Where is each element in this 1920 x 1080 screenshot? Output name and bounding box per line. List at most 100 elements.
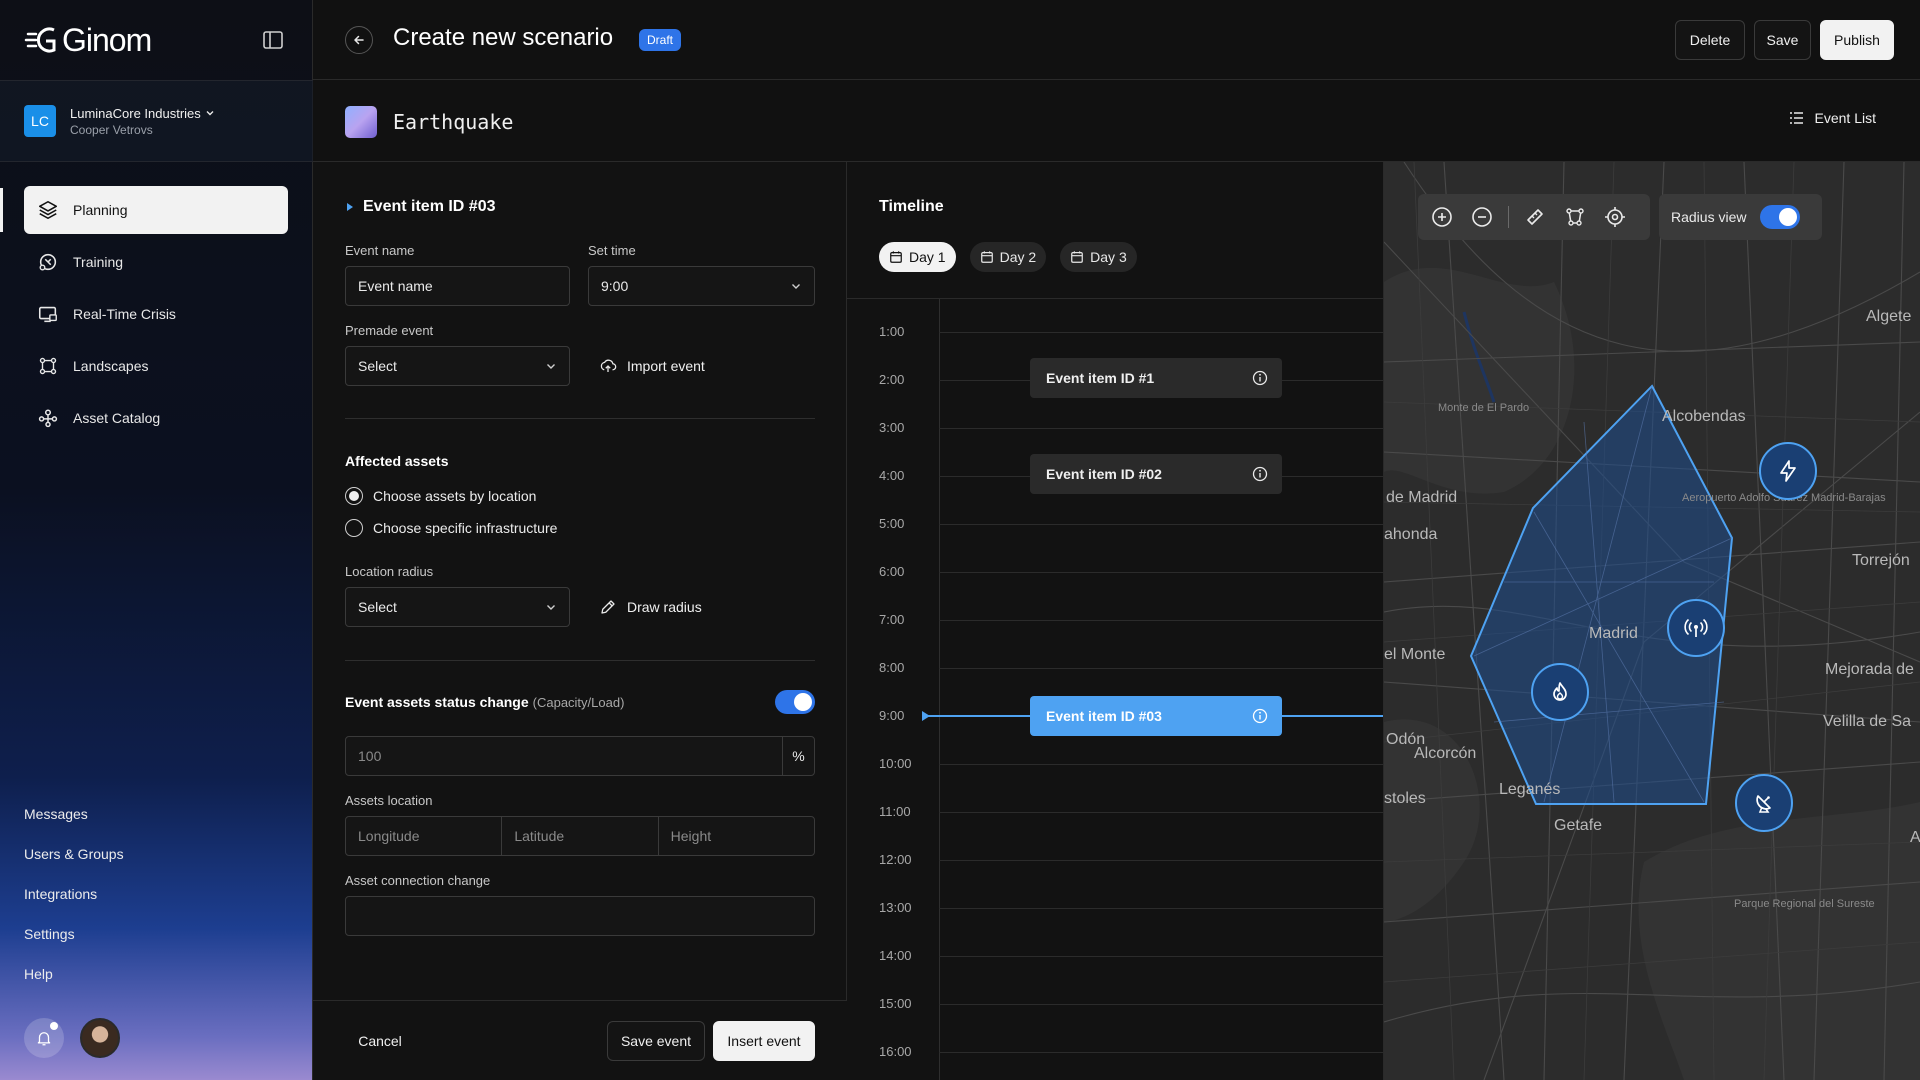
zoom-in-icon[interactable]: [1428, 203, 1456, 231]
radio-assets-by-location[interactable]: Choose assets by location: [345, 487, 536, 505]
map-label: Mejorada de: [1825, 661, 1914, 678]
org-user: Cooper Vetrovs: [70, 122, 153, 137]
hour-label: 1:00: [879, 324, 905, 339]
tab-day-1[interactable]: Day 1: [879, 242, 956, 272]
event-list-button[interactable]: Event List: [1789, 110, 1876, 126]
draw-radius-button[interactable]: Draw radius: [599, 598, 702, 616]
premade-event-select[interactable]: Select: [345, 346, 570, 386]
capacity-input[interactable]: 100 %: [345, 736, 815, 776]
delete-button[interactable]: Delete: [1675, 20, 1745, 60]
hour-label: 6:00: [879, 564, 905, 579]
timeline-event[interactable]: Event item ID #02: [1030, 454, 1282, 494]
calendar-icon: [1071, 251, 1084, 263]
publish-button[interactable]: Publish: [1820, 20, 1894, 60]
notifications-button[interactable]: [24, 1018, 64, 1058]
radius-view-toggle[interactable]: [1760, 205, 1801, 229]
map-marker-power[interactable]: [1759, 442, 1817, 500]
map-marker-fire[interactable]: [1531, 663, 1589, 721]
radio-specific-infrastructure[interactable]: Choose specific infrastructure: [345, 519, 557, 537]
cloud-upload-icon: [600, 359, 617, 372]
hour-label: 16:00: [879, 1044, 912, 1059]
info-icon[interactable]: [1252, 370, 1268, 386]
event-section-title[interactable]: Event item ID #03: [345, 198, 496, 216]
map-marker-telecom[interactable]: [1667, 599, 1725, 657]
map-label: Parque Regional del Sureste: [1734, 898, 1875, 910]
height-input[interactable]: Height: [659, 817, 814, 855]
logo-mark-icon: [24, 27, 56, 53]
divider: [345, 418, 815, 419]
timeline-panel: Timeline Day 1 Day 2 Day 3 1:00 2:00 3:0…: [847, 162, 1384, 1080]
locate-icon[interactable]: [1601, 203, 1629, 231]
map-view[interactable]: Radius view Algete Monte de El Pardo Alc…: [1384, 162, 1920, 1080]
chevron-down-icon: [547, 605, 555, 610]
latitude-input[interactable]: Latitude: [502, 817, 659, 855]
calendar-icon: [890, 251, 902, 263]
map-label: Alcobendas: [1662, 408, 1746, 425]
map-label: de Madrid: [1386, 489, 1458, 506]
draw-radius-label: Draw radius: [627, 599, 702, 615]
radio-indicator: [345, 487, 363, 505]
toggle-knob: [1779, 208, 1798, 226]
nav-item-asset-catalog[interactable]: Asset Catalog: [24, 394, 288, 442]
tab-day-3[interactable]: Day 3: [1060, 242, 1137, 272]
info-icon[interactable]: [1252, 466, 1268, 482]
back-button[interactable]: [345, 26, 373, 54]
insert-event-button[interactable]: Insert event: [713, 1021, 815, 1061]
nav-item-planning[interactable]: Planning: [24, 186, 288, 234]
status-change-label: Event assets status change: [345, 694, 529, 710]
ruler-icon[interactable]: [1521, 203, 1549, 231]
map-label: Algete: [1866, 308, 1912, 325]
nav-item-real-time-crisis[interactable]: Real-Time Crisis: [24, 290, 288, 338]
tab-day-2[interactable]: Day 2: [969, 242, 1047, 272]
fire-icon: [1553, 682, 1567, 701]
connection-change-input[interactable]: [345, 896, 815, 936]
timeline-event-selected[interactable]: Event item ID #03: [1030, 696, 1282, 736]
save-event-button[interactable]: Save event: [607, 1021, 705, 1061]
hour-gridline: [939, 908, 1383, 909]
day-label: Day 1: [909, 249, 946, 265]
pen-icon: [601, 600, 615, 614]
nav-link-integrations[interactable]: Integrations: [24, 884, 124, 924]
asset-network-icon: [38, 409, 58, 428]
org-switcher[interactable]: LC LuminaCore Industries Cooper Vetrovs: [0, 80, 313, 162]
nav-item-training[interactable]: Training: [24, 238, 288, 286]
polygon-icon[interactable]: [1561, 203, 1589, 231]
timeline-event[interactable]: Event item ID #1: [1030, 358, 1282, 398]
longitude-input[interactable]: Longitude: [346, 817, 503, 855]
location-radius-select[interactable]: Select: [345, 587, 570, 627]
premade-event-value: Select: [358, 358, 397, 374]
set-time-select[interactable]: 9:00: [588, 266, 815, 306]
divider: [345, 660, 815, 661]
secondary-nav: Messages Users & Groups Integrations Set…: [24, 804, 124, 1004]
nav-item-landscapes[interactable]: Landscapes: [24, 342, 288, 390]
user-avatar[interactable]: [80, 1018, 120, 1058]
zoom-out-icon[interactable]: [1468, 203, 1496, 231]
chevron-down-icon: [547, 364, 555, 369]
calendar-icon: [980, 251, 993, 263]
nav-link-users-groups[interactable]: Users & Groups: [24, 844, 124, 884]
sidebar-toggle-icon[interactable]: [261, 28, 285, 52]
event-name-input[interactable]: Event name: [345, 266, 570, 306]
app-logo[interactable]: Ginom: [24, 22, 152, 59]
map-marker-satellite[interactable]: [1735, 774, 1793, 832]
hour-label: 11:00: [879, 804, 911, 819]
page-title: Create new scenario: [393, 24, 614, 51]
cancel-button[interactable]: Cancel: [345, 1021, 415, 1061]
import-event-button[interactable]: Import event: [599, 357, 705, 375]
nav-link-help[interactable]: Help: [24, 964, 124, 1004]
status-change-toggle[interactable]: [775, 690, 815, 714]
arrow-left-icon: [354, 35, 364, 45]
status-badge: Draft: [639, 29, 682, 51]
event-section-label: Event item ID #03: [363, 198, 496, 215]
hour-label: 8:00: [879, 660, 905, 675]
timeline-event-label: Event item ID #1: [1046, 370, 1155, 386]
location-radius-label: Location radius: [345, 564, 434, 579]
hour-row: 14:00: [847, 946, 1383, 966]
nav-link-settings[interactable]: Settings: [24, 924, 124, 964]
antenna-icon: [1684, 618, 1708, 637]
training-icon: [39, 253, 57, 271]
nav-link-messages[interactable]: Messages: [24, 804, 124, 844]
save-button[interactable]: Save: [1754, 20, 1811, 60]
info-icon[interactable]: [1252, 708, 1268, 724]
hour-row: 1:00: [847, 322, 1383, 342]
